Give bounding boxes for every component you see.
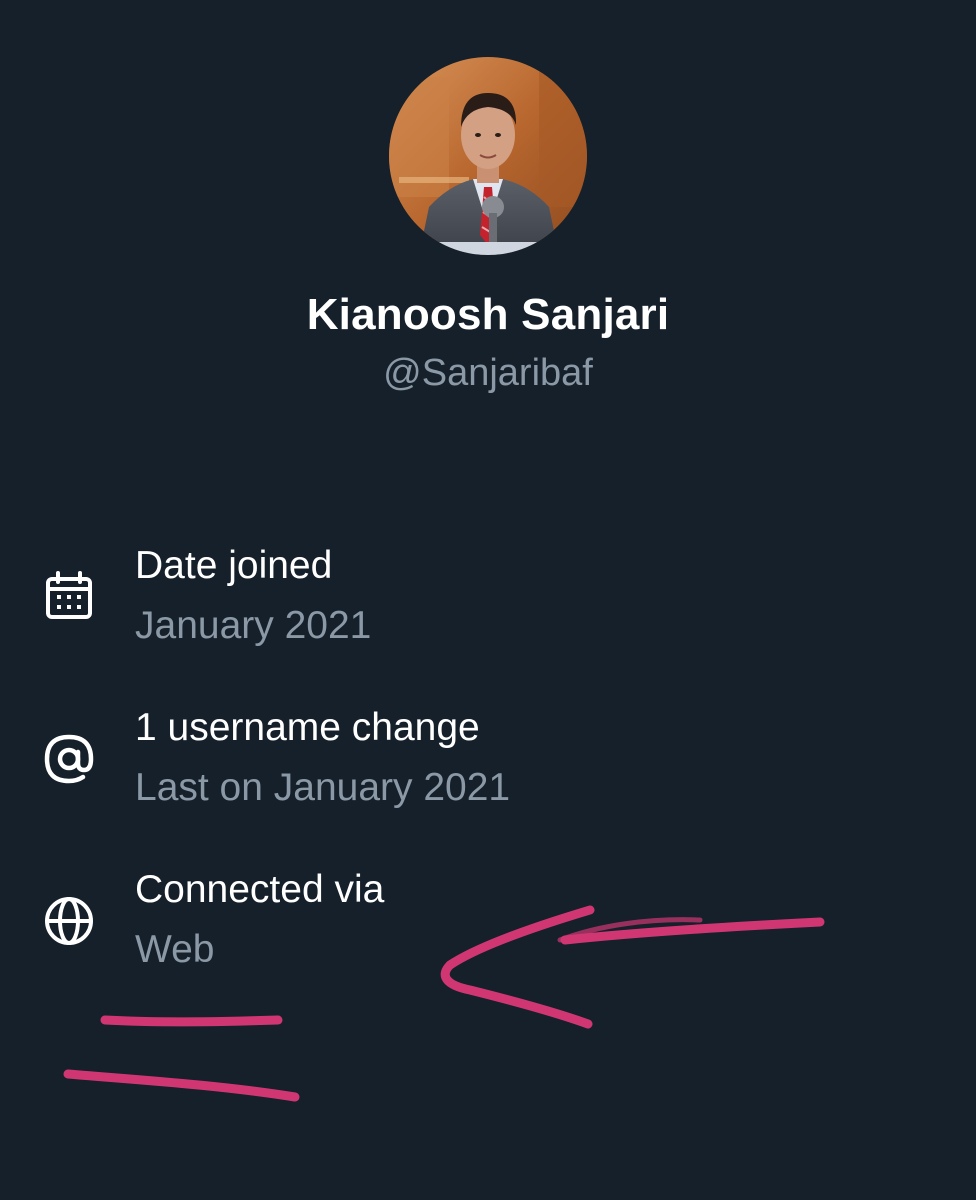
profile-handle: @Sanjaribaf	[383, 352, 593, 394]
underline-annotation-short	[100, 1015, 283, 1027]
underline-annotation-long	[63, 1069, 300, 1102]
avatar-photo	[389, 57, 587, 255]
profile-avatar[interactable]	[389, 57, 587, 255]
username-change-row: 1 username change Last on January 2021	[0, 700, 976, 810]
date-joined-row: Date joined January 2021	[0, 538, 976, 648]
connected-via-label: Connected via	[135, 868, 385, 911]
username-change-label: 1 username change	[135, 706, 480, 749]
calendar-icon	[46, 571, 92, 619]
date-joined-value: January 2021	[135, 604, 372, 647]
date-joined-label: Date joined	[135, 544, 333, 587]
globe-icon	[45, 897, 93, 945]
connected-via-value: Web	[135, 928, 215, 971]
username-change-value: Last on January 2021	[135, 766, 511, 809]
at-sign-icon	[44, 734, 94, 784]
connected-via-row: Connected via Web	[0, 862, 976, 972]
profile-display-name: Kianoosh Sanjari	[306, 290, 670, 339]
